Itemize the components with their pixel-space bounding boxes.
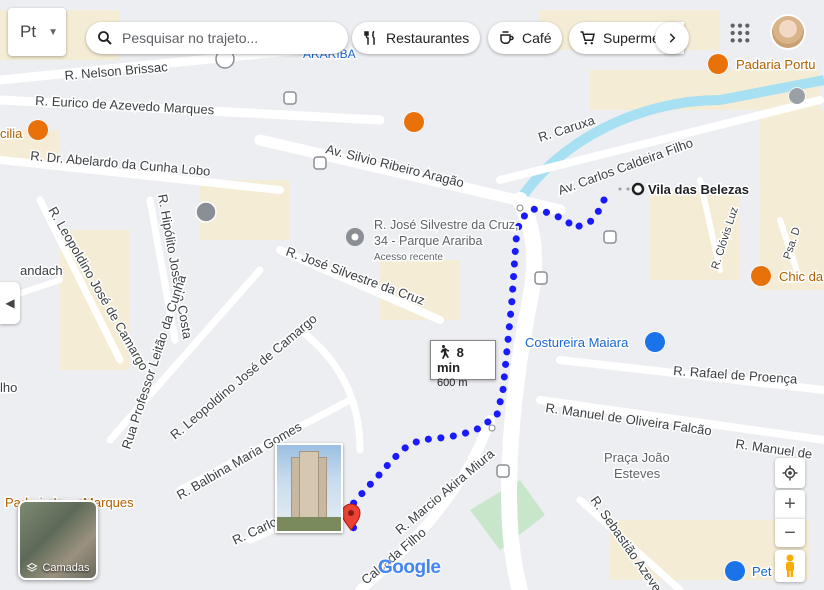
svg-text:Praça João: Praça João (604, 450, 670, 465)
street-view-pegman[interactable] (775, 550, 805, 582)
svg-text:Padaria Portu: Padaria Portu (736, 57, 816, 72)
chip-label: Café (522, 30, 552, 46)
zoom-in-button[interactable]: + (775, 490, 805, 518)
coffee-cup-icon (500, 31, 514, 44)
bus-stop-icon (534, 271, 548, 285)
layers-label: Camadas (42, 562, 90, 574)
walking-icon (440, 345, 450, 359)
search-on-route[interactable] (86, 22, 348, 54)
street-label: R. Eurico de Azevedo Marques (35, 93, 215, 117)
bus-stop-icon (603, 230, 617, 244)
street-label: Av. Silvio Ribeiro Aragão (324, 141, 465, 190)
poi-padaria-portu[interactable]: Padaria Portu (707, 53, 817, 75)
map-canvas[interactable]: R. Nelson Brissac R. Eurico de Azevedo M… (0, 0, 824, 590)
transport-mode-button[interactable]: Pt ▼ (8, 8, 66, 56)
zoom-out-button[interactable]: − (775, 518, 805, 547)
chip-restaurants[interactable]: Restaurantes (352, 22, 480, 54)
place-photo-thumbnail[interactable] (275, 443, 343, 533)
origin-pin-icon[interactable] (341, 503, 361, 531)
street-label: R. Manuel de Oliveira Falcão (545, 400, 713, 438)
shopping-bag-icon (724, 560, 746, 582)
apps-grid-icon[interactable] (729, 22, 751, 44)
route-duration-callout[interactable]: 8 min 600 m (430, 340, 496, 389)
cocktail-icon[interactable] (403, 111, 425, 133)
destination-marker[interactable]: Vila das Belezas (618, 181, 750, 199)
route-distance: 600 m (437, 377, 468, 389)
destination-label: Vila das Belezas (648, 182, 749, 197)
street-labels: R. Nelson Brissac R. Eurico de Azevedo M… (0, 57, 815, 590)
utensils-icon (364, 30, 375, 45)
school-icon (195, 201, 217, 223)
utensils-icon (27, 119, 49, 141)
pegman-icon (786, 554, 794, 577)
mode-label: Pt (20, 22, 37, 41)
shopping-bag-icon (644, 331, 666, 353)
chip-label: Superme (603, 30, 660, 46)
bakery-icon (707, 53, 729, 75)
shopping-cart-icon (580, 31, 595, 45)
bus-stop-icon (496, 464, 510, 478)
search-icon (98, 31, 112, 45)
chevron-right-icon (669, 33, 676, 43)
poi-praca-joao-esteves: Praça João Esteves (603, 449, 672, 483)
arrow-marker-icon (788, 87, 806, 105)
poi-chic-da[interactable]: Chic da (750, 265, 824, 287)
chip-cafe[interactable]: Café (488, 22, 562, 54)
street-label: andach (20, 263, 63, 278)
layers-button[interactable]: Camadas (18, 500, 98, 580)
account-avatar[interactable] (772, 16, 804, 48)
bus-stop-icon (313, 156, 327, 170)
layers-icon (26, 562, 38, 572)
recent-place-name-line1: R. José Silvestre da Cruz, (374, 218, 519, 232)
destination-dot-icon (631, 182, 645, 196)
svg-text:Costureira Maiara: Costureira Maiara (525, 335, 629, 350)
svg-text:cilia: cilia (0, 126, 23, 141)
street-label: lho (0, 380, 17, 395)
street-label: R. Nelson Brissac (64, 59, 169, 83)
minus-icon: − (784, 521, 796, 544)
crosshair-icon (782, 465, 798, 481)
chip-label: Restaurantes (386, 30, 470, 46)
chevron-left-icon: ◀ (5, 296, 15, 310)
recent-place-subtitle: Acesso recente (374, 252, 443, 263)
plus-icon: + (784, 492, 796, 515)
svg-text:Esteves: Esteves (614, 466, 661, 481)
collapse-panel-button[interactable]: ◀ (0, 282, 20, 324)
bus-stop-icon (283, 91, 297, 105)
my-location-button[interactable] (775, 458, 805, 488)
chevron-down-icon: ▼ (48, 26, 58, 38)
bakery-icon (750, 265, 772, 287)
google-logo: Google (378, 557, 441, 578)
search-input[interactable] (120, 29, 324, 47)
poi-costureira-maiara[interactable]: Costureira Maiara (524, 331, 666, 353)
chips-scroll-next-button[interactable] (655, 22, 689, 54)
svg-text:Chic da: Chic da (779, 269, 824, 284)
recent-place-marker[interactable]: R. José Silvestre da Cruz, 34 - Parque A… (346, 217, 520, 265)
svg-text:Pet: Pet (752, 564, 772, 579)
recent-place-name-line2: 34 - Parque Arariba (374, 234, 482, 248)
